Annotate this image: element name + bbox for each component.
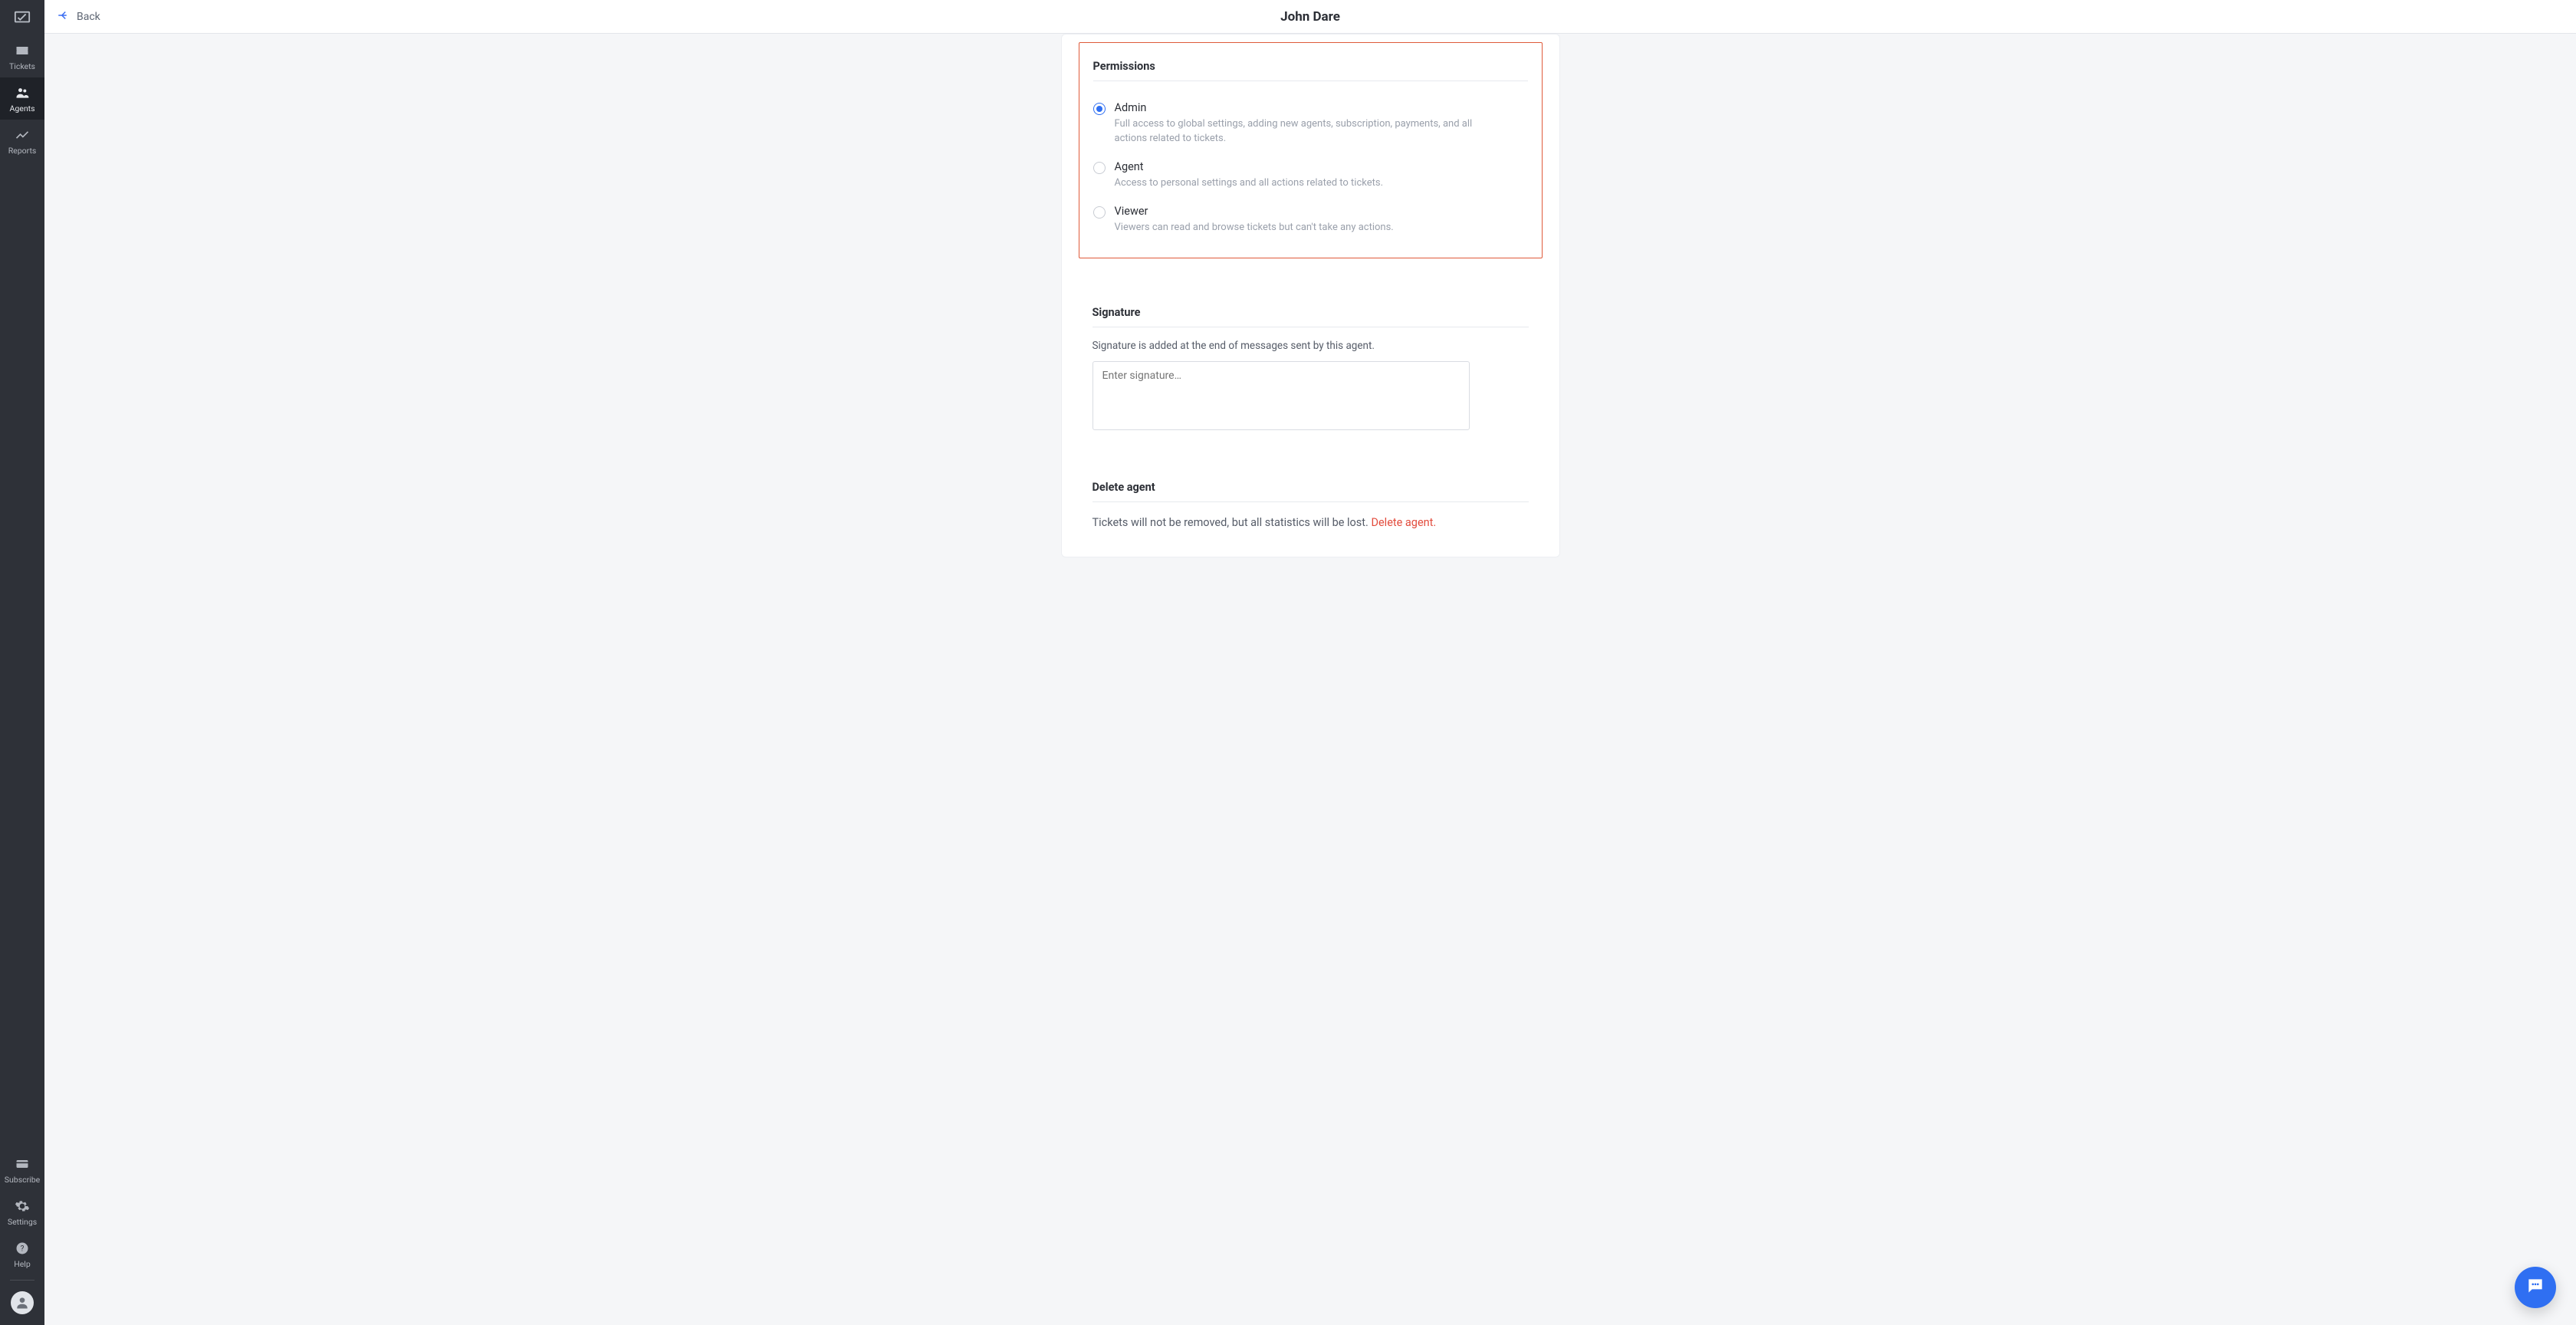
svg-text:?: ? bbox=[21, 1244, 25, 1253]
sidebar-item-label: Reports bbox=[8, 146, 37, 156]
sidebar-item-help[interactable]: ? Help bbox=[0, 1233, 44, 1275]
permission-description: Full access to global settings, adding n… bbox=[1115, 117, 1483, 146]
trend-icon bbox=[15, 127, 30, 143]
app-logo bbox=[0, 0, 44, 35]
sidebar-item-reports[interactable]: Reports bbox=[0, 120, 44, 162]
permission-option-admin[interactable]: Admin Full access to global settings, ad… bbox=[1093, 87, 1528, 146]
permissions-heading: Permissions bbox=[1093, 43, 1528, 81]
permission-option-viewer[interactable]: Viewer Viewers can read and browse ticke… bbox=[1093, 191, 1528, 235]
permission-label: Admin bbox=[1115, 101, 1483, 114]
back-label: Back bbox=[77, 11, 100, 23]
sidebar-item-label: Agents bbox=[10, 104, 35, 113]
chat-icon bbox=[2525, 1276, 2545, 1299]
permission-option-agent[interactable]: Agent Access to personal settings and al… bbox=[1093, 146, 1528, 191]
sidebar-item-agents[interactable]: Agents bbox=[0, 77, 44, 120]
content-viewport[interactable]: Permissions Admin Full access to global … bbox=[44, 34, 2576, 1325]
arrow-left-icon bbox=[57, 8, 71, 25]
signature-heading: Signature bbox=[1092, 289, 1529, 327]
sidebar-item-label: Settings bbox=[8, 1217, 37, 1227]
help-icon: ? bbox=[15, 1241, 30, 1256]
topbar: Back John Dare bbox=[44, 0, 2576, 34]
delete-agent-heading: Delete agent bbox=[1092, 464, 1529, 502]
person-icon bbox=[15, 1295, 30, 1310]
delete-agent-link[interactable]: Delete agent. bbox=[1371, 516, 1436, 529]
permissions-highlight-box: Permissions Admin Full access to global … bbox=[1079, 42, 1543, 258]
sidebar: Tickets Agents Reports Subscribe bbox=[0, 0, 44, 1325]
signature-input[interactable] bbox=[1092, 361, 1470, 430]
ticket-icon bbox=[15, 43, 30, 58]
settings-card: Permissions Admin Full access to global … bbox=[1061, 34, 1560, 557]
card-icon bbox=[15, 1156, 30, 1172]
sidebar-item-label: Help bbox=[14, 1259, 31, 1269]
radio-input[interactable] bbox=[1093, 206, 1106, 219]
delete-agent-text: Tickets will not be removed, but all sta… bbox=[1092, 502, 1529, 529]
main: Back John Dare Permissions Admin Full ac… bbox=[44, 0, 2576, 1325]
sidebar-item-label: Tickets bbox=[9, 61, 35, 71]
chat-launcher[interactable] bbox=[2515, 1267, 2556, 1308]
permission-description: Access to personal settings and all acti… bbox=[1115, 176, 1384, 191]
permissions-radio-group: Admin Full access to global settings, ad… bbox=[1093, 81, 1528, 235]
people-icon bbox=[15, 85, 30, 100]
delete-agent-section: Delete agent Tickets will not be removed… bbox=[1062, 464, 1559, 529]
permission-label: Viewer bbox=[1115, 205, 1394, 218]
radio-input[interactable] bbox=[1093, 162, 1106, 174]
sidebar-item-tickets[interactable]: Tickets bbox=[0, 35, 44, 77]
radio-input[interactable] bbox=[1093, 103, 1106, 115]
signature-section: Signature Signature is added at the end … bbox=[1062, 289, 1559, 433]
sidebar-item-label: Subscribe bbox=[5, 1175, 40, 1185]
permission-description: Viewers can read and browse tickets but … bbox=[1115, 221, 1394, 235]
back-button[interactable]: Back bbox=[57, 8, 100, 25]
user-avatar[interactable] bbox=[11, 1291, 34, 1314]
sidebar-item-subscribe[interactable]: Subscribe bbox=[0, 1149, 44, 1191]
signature-description: Signature is added at the end of message… bbox=[1092, 327, 1529, 352]
sidebar-item-settings[interactable]: Settings bbox=[0, 1191, 44, 1233]
delete-agent-description: Tickets will not be removed, but all sta… bbox=[1092, 516, 1372, 529]
sidebar-divider bbox=[10, 1280, 34, 1281]
permission-label: Agent bbox=[1115, 160, 1384, 173]
gear-icon bbox=[15, 1198, 30, 1214]
page-title: John Dare bbox=[1280, 9, 1340, 25]
